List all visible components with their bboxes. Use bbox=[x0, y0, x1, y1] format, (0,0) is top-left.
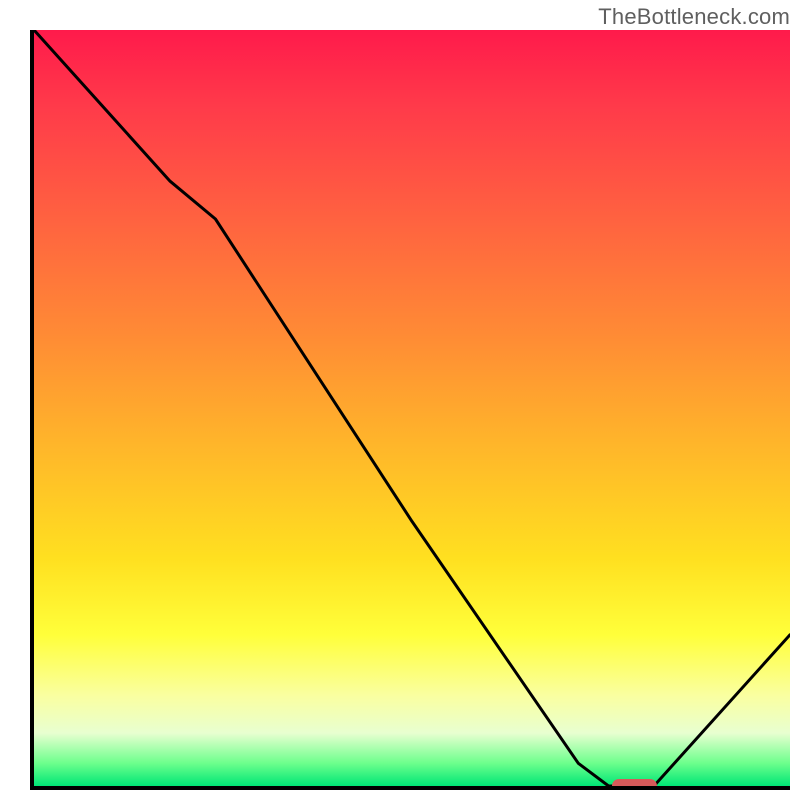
chart-container: TheBottleneck.com bbox=[0, 0, 800, 800]
watermark-text: TheBottleneck.com bbox=[598, 4, 790, 30]
plot-area bbox=[30, 30, 790, 790]
curve-svg bbox=[34, 30, 790, 786]
optimal-range-marker bbox=[612, 779, 658, 790]
bottleneck-curve-path bbox=[34, 30, 790, 786]
